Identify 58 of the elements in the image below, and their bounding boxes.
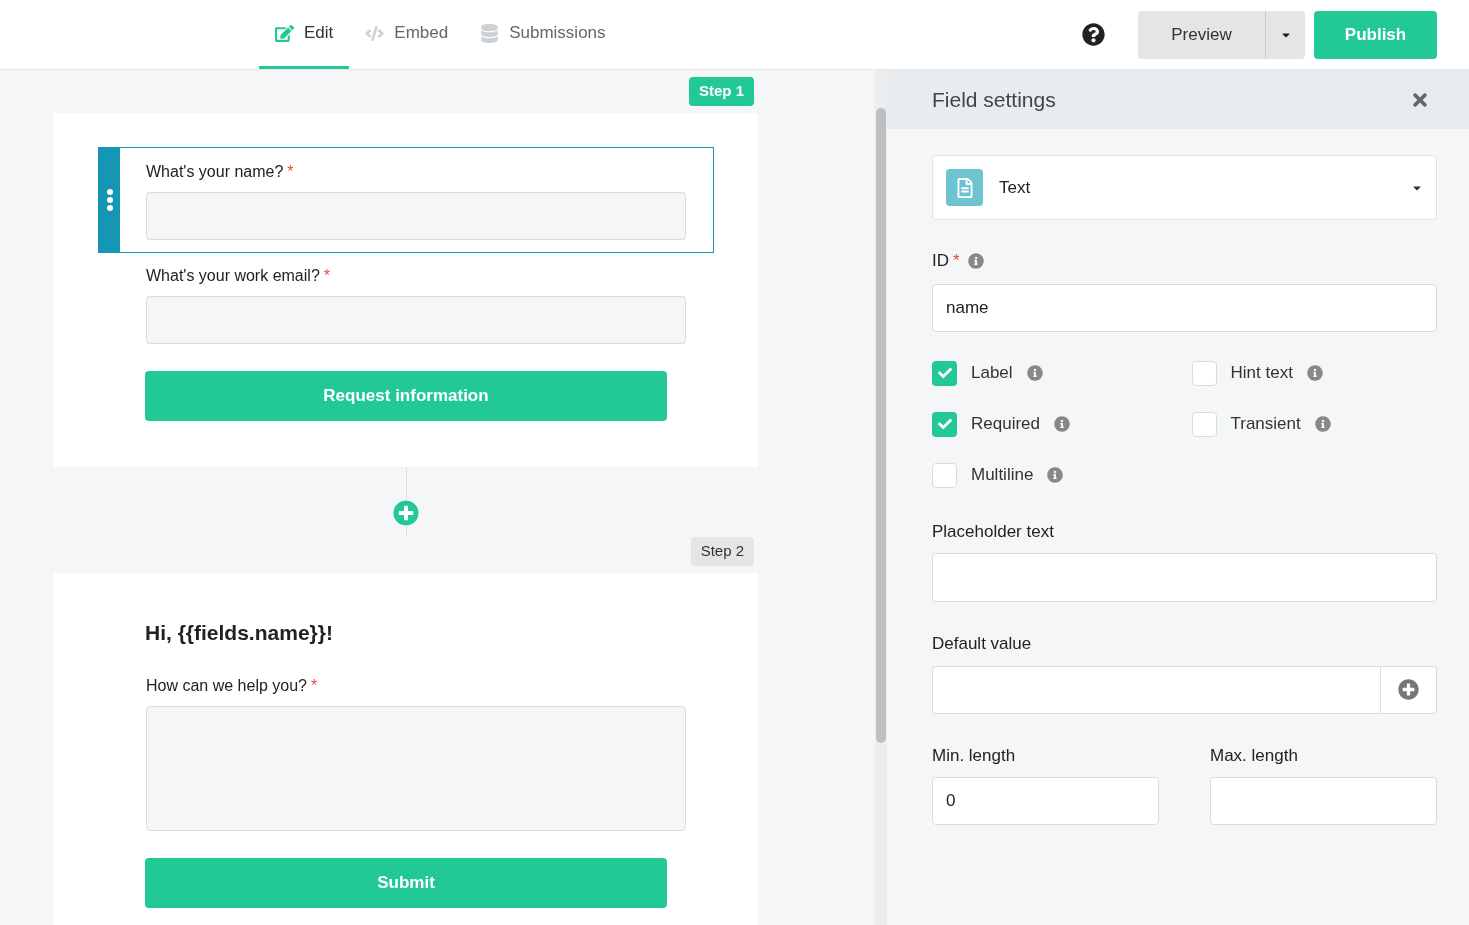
info-icon	[967, 252, 984, 269]
checkbox-label: Multiline	[971, 464, 1034, 487]
scrollbar-thumb[interactable]	[876, 108, 886, 743]
info-icon	[1314, 416, 1331, 432]
checkbox[interactable]	[1191, 360, 1217, 386]
plus-icon	[1398, 679, 1419, 700]
field-label: How can we help you?	[146, 675, 307, 696]
checkbox-label: Label	[971, 362, 1013, 385]
checkbox-label: Required	[971, 413, 1040, 436]
min-length-input-field[interactable]: 0	[932, 777, 1159, 825]
field-block[interactable]: How can we help you? *	[98, 664, 714, 840]
field-label: What's your name?	[146, 162, 284, 182]
info-icon	[1054, 416, 1070, 432]
database-icon	[480, 23, 500, 43]
add-button[interactable]	[1381, 665, 1437, 714]
info-icon	[1026, 365, 1043, 381]
id-input-field[interactable]: name	[932, 283, 1437, 332]
nav-tab[interactable]: Submissions	[464, 0, 622, 69]
max-length-input-field[interactable]	[1210, 777, 1437, 825]
input-field[interactable]	[146, 296, 686, 344]
check-icon	[937, 417, 952, 431]
document-icon	[946, 169, 983, 206]
field-label: ID	[932, 250, 949, 272]
help-icon[interactable]	[1082, 23, 1105, 46]
default-value-input-field[interactable]	[932, 665, 1381, 714]
add-step-icon[interactable]	[393, 500, 419, 526]
info-icon	[1047, 467, 1064, 483]
checkbox[interactable]	[932, 411, 957, 437]
checkbox-label: Hint text	[1230, 362, 1293, 385]
check-icon	[937, 366, 952, 380]
checkbox[interactable]	[932, 462, 957, 488]
required-asterisk: *	[287, 162, 294, 182]
field-type-select[interactable]: Text	[932, 155, 1437, 220]
field-label: Max. length	[1210, 744, 1299, 767]
preview-button[interactable]: Preview	[1138, 10, 1265, 59]
checkbox[interactable]	[932, 360, 957, 386]
field-block[interactable]: What's your name? *	[98, 147, 714, 253]
text-area[interactable]	[146, 705, 686, 831]
field-label: Placeholder text	[932, 520, 1055, 543]
field-label: What's your work email?	[146, 266, 320, 286]
step-heading: Hi, {{fields.name}}!	[145, 620, 334, 646]
step-badge[interactable]: Step 2	[690, 537, 754, 566]
field-block[interactable]: What's your work email? *	[98, 255, 714, 353]
required-asterisk: *	[323, 266, 330, 286]
checkbox-label: Transient	[1230, 413, 1301, 436]
input-field[interactable]	[146, 192, 686, 240]
code-icon	[365, 23, 385, 43]
checkbox[interactable]	[1191, 411, 1217, 437]
placeholder-input-field[interactable]	[932, 553, 1437, 602]
required-asterisk: *	[953, 250, 960, 272]
field-label: Min. length	[932, 744, 1017, 767]
drag-handle[interactable]	[99, 148, 120, 252]
panel-title: Field settings	[932, 86, 1056, 113]
field-label: Default value	[932, 633, 1033, 655]
info-icon	[1306, 365, 1323, 381]
nav-tab[interactable]: Embed	[349, 0, 465, 69]
edit-icon	[275, 23, 294, 43]
required-asterisk: *	[311, 675, 318, 696]
